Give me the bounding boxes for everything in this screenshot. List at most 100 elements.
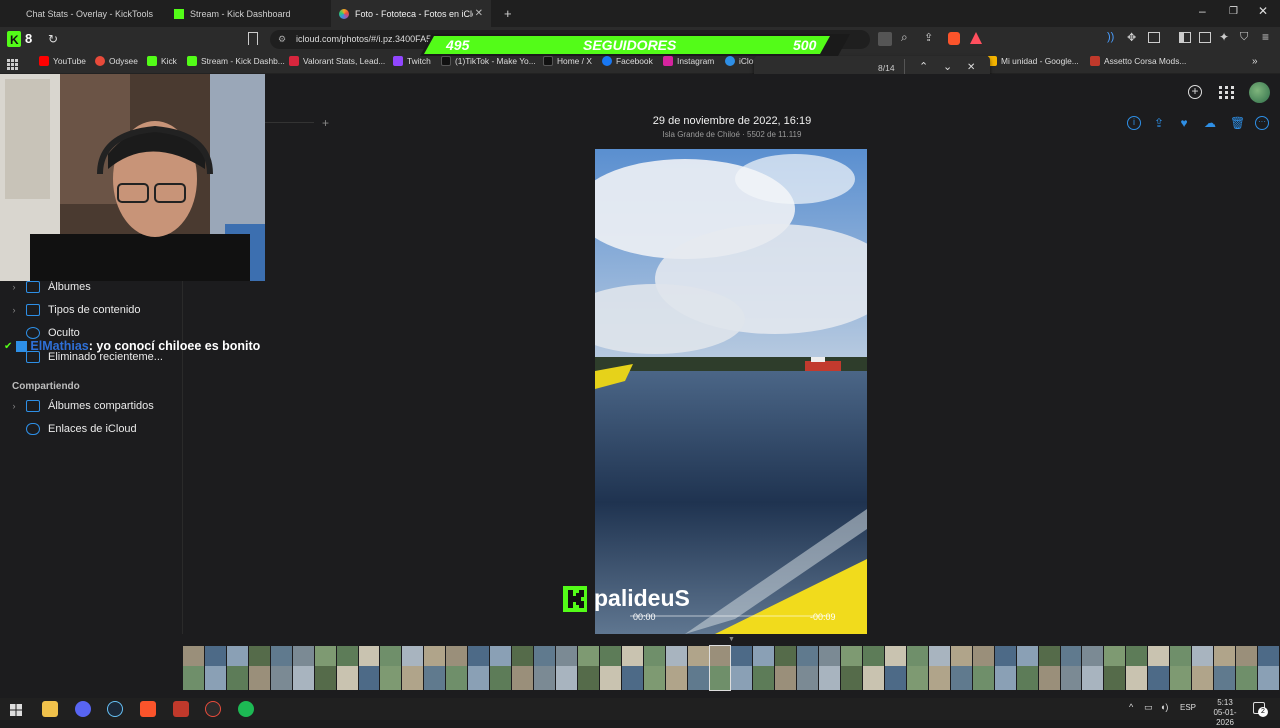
- filmstrip-thumbnail[interactable]: [226, 646, 248, 690]
- bookmark-kick[interactable]: Kick: [147, 56, 177, 66]
- filmstrip-thumbnail[interactable]: [621, 646, 643, 690]
- steam-icon[interactable]: [107, 701, 123, 717]
- info-icon[interactable]: i: [1127, 116, 1141, 130]
- bookmark-x[interactable]: Home / X: [543, 56, 592, 66]
- filmstrip-thumbnail[interactable]: [248, 646, 270, 690]
- ai-icon[interactable]: ✦: [1219, 30, 1229, 44]
- zoom-icon[interactable]: ⌕: [901, 30, 908, 45]
- video-scrubber[interactable]: [630, 615, 830, 617]
- bookmark-youtube[interactable]: YouTube: [39, 56, 86, 66]
- filmstrip-thumbnail[interactable]: [863, 646, 884, 690]
- reload-icon[interactable]: ↻: [48, 32, 58, 46]
- filmstrip-thumbnail[interactable]: [336, 646, 358, 690]
- filmstrip-thumbnail[interactable]: [665, 646, 687, 690]
- close-window-icon[interactable]: ✕: [1258, 4, 1268, 18]
- notifications-icon[interactable]: 2: [1253, 702, 1268, 717]
- filmstrip-thumbnail[interactable]: [270, 646, 292, 690]
- reader-icon[interactable]: [878, 32, 892, 46]
- brave-icon[interactable]: [140, 701, 156, 717]
- filmstrip-thumbnail[interactable]: [643, 646, 665, 690]
- filmstrip-thumbnail[interactable]: [1126, 646, 1148, 690]
- filmstrip-thumbnail[interactable]: [819, 646, 841, 690]
- chevron-right-icon[interactable]: ›: [8, 282, 20, 292]
- photo-viewer[interactable]: [595, 149, 867, 634]
- app-grid-icon[interactable]: [1219, 86, 1234, 104]
- tab-chat-stats[interactable]: Chat Stats - Overlay - KickTools: [18, 0, 166, 27]
- bookmark-tiktok[interactable]: (1)TikTok - Make Yo...: [441, 56, 536, 66]
- filmstrip-thumbnail[interactable]: [1148, 646, 1170, 690]
- brave-rewards-icon[interactable]: [970, 32, 982, 44]
- wallet-icon[interactable]: [1148, 32, 1160, 43]
- bookmark-odysee[interactable]: Odysee: [95, 56, 138, 66]
- add-icon[interactable]: +: [1188, 85, 1202, 99]
- find-next-icon[interactable]: ⌄: [943, 60, 952, 73]
- restore-icon[interactable]: ❐: [1229, 6, 1238, 17]
- file-explorer-icon[interactable]: [42, 701, 58, 717]
- audio-icon[interactable]: )): [1107, 31, 1114, 43]
- bookmark-twitch[interactable]: Twitch: [393, 56, 431, 66]
- filmstrip-thumbnail[interactable]: [775, 646, 797, 690]
- filmstrip-thumbnail[interactable]: [314, 646, 336, 690]
- filmstrip-thumbnail[interactable]: [183, 646, 204, 690]
- filmstrip-thumbnail[interactable]: [555, 646, 577, 690]
- more-bookmarks-icon[interactable]: »: [1252, 56, 1258, 67]
- sidebar-item-icloud-links[interactable]: Enlaces de iCloud: [0, 423, 137, 435]
- filmstrip-thumbnail[interactable]: [1214, 646, 1235, 690]
- filmstrip-thumbnail[interactable]: [1038, 646, 1060, 690]
- obs-icon[interactable]: [205, 701, 221, 717]
- minimize-icon[interactable]: –: [1199, 4, 1206, 18]
- chevron-right-icon[interactable]: ›: [8, 401, 20, 411]
- filmstrip-thumbnail[interactable]: [994, 646, 1016, 690]
- filmstrip-thumbnail[interactable]: [1082, 646, 1104, 690]
- clock[interactable]: 5:13 05-01-2026: [1205, 698, 1245, 728]
- filmstrip-thumbnail[interactable]: [950, 646, 972, 690]
- site-info-icon[interactable]: ⚙: [278, 34, 286, 45]
- brave-shield-icon[interactable]: [948, 32, 960, 45]
- filmstrip-thumbnail[interactable]: [292, 646, 314, 690]
- filmstrip-thumbnail[interactable]: [512, 646, 533, 690]
- volume-icon[interactable]: ◖): [1160, 702, 1168, 712]
- filmstrip-thumbnail[interactable]: [446, 646, 468, 690]
- sidebar-item-hidden[interactable]: Oculto: [0, 327, 80, 339]
- filmstrip-thumbnail[interactable]: [424, 646, 446, 690]
- share-icon[interactable]: ⇪: [1152, 116, 1166, 130]
- share-icon[interactable]: ⇪: [924, 31, 933, 44]
- filmstrip-thumbnail[interactable]: [1257, 646, 1279, 690]
- extensions-icon[interactable]: ✥: [1127, 31, 1136, 44]
- add-to-album-icon[interactable]: +: [322, 116, 329, 130]
- filmstrip-thumbnail[interactable]: [928, 646, 950, 690]
- download-icon[interactable]: ☁: [1203, 116, 1217, 130]
- language-indicator[interactable]: ESP: [1180, 703, 1196, 712]
- bookmark-facebook[interactable]: Facebook: [602, 56, 653, 66]
- sidebar-toggle-icon[interactable]: [1179, 32, 1191, 43]
- bookmark-kick-dashboard[interactable]: Stream - Kick Dashb...: [187, 56, 285, 66]
- bookmark-instagram[interactable]: Instagram: [663, 56, 714, 66]
- bookmark-valorant[interactable]: Valorant Stats, Lead...: [289, 56, 385, 66]
- more-icon[interactable]: ···: [1255, 116, 1269, 130]
- tab-icloud-photos[interactable]: Foto - Fototeca - Fotos en iCloud ✕: [331, 0, 491, 27]
- vpn-icon[interactable]: ⛉: [1240, 31, 1248, 44]
- chevron-right-icon[interactable]: ›: [8, 305, 20, 315]
- leo-icon[interactable]: [1199, 32, 1211, 43]
- bookmark-icon[interactable]: [248, 32, 258, 45]
- filmstrip-thumbnail[interactable]: [1060, 646, 1082, 690]
- filmstrip-thumbnail[interactable]: [906, 646, 928, 690]
- close-tab-icon[interactable]: ✕: [475, 8, 483, 19]
- filmstrip-handle-icon[interactable]: ▼: [728, 636, 735, 643]
- filmstrip-thumbnail[interactable]: [402, 646, 424, 690]
- spotify-icon[interactable]: [238, 701, 254, 717]
- apps-grid-icon[interactable]: [7, 57, 18, 75]
- filmstrip-thumbnail[interactable]: [1192, 646, 1214, 690]
- kick-extension-icon[interactable]: K 8: [7, 30, 39, 48]
- filmstrip-thumbnail[interactable]: [534, 646, 555, 690]
- filmstrip-thumbnail[interactable]: [577, 646, 599, 690]
- favorite-heart-icon[interactable]: ♥: [1177, 116, 1191, 130]
- new-tab-icon[interactable]: +: [496, 0, 520, 27]
- windows-start-icon[interactable]: [10, 703, 22, 721]
- filmstrip-thumbnail[interactable]: [490, 646, 512, 690]
- browser-menu-icon[interactable]: [2, 0, 18, 27]
- filmstrip-thumbnail[interactable]: [1236, 646, 1257, 690]
- filmstrip-thumbnail[interactable]: [380, 646, 402, 690]
- find-prev-icon[interactable]: ⌃: [919, 60, 928, 73]
- network-icon[interactable]: ▭: [1144, 702, 1153, 713]
